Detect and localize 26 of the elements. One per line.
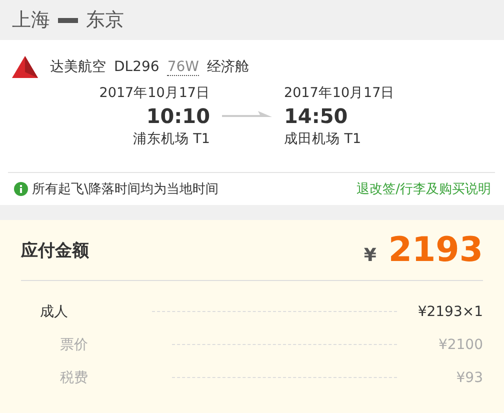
currency-symbol: ¥ [364,245,376,266]
departure-airport: 浦东机场 T1 [132,130,210,149]
arrival-date: 2017年10月17日 [284,84,395,103]
arrival-airport: 成田机场 T1 [284,130,362,149]
aircraft-type[interactable]: 76W [167,58,199,76]
arrival-time: 14:50 [284,104,348,128]
price-item-label: 税费 [60,368,89,386]
origin-city: 上海 [12,8,50,33]
info-icon [14,182,28,196]
policy-link[interactable]: 退改签/行李及购买说明 [356,180,495,198]
price-item-value: ¥93 [455,370,483,386]
local-time-note: 所有起飞\降落时间均为当地时间 [32,181,218,198]
flight-number: DL296 [114,59,160,75]
departure-date: 2017年10月17日 [99,84,210,103]
cabin-class: 经济舱 [206,58,249,76]
price-item-value: ¥2100 [437,336,483,352]
amount-due-label: 应付金额 [21,240,89,262]
route-dash-icon [58,18,78,22]
departure-time: 10:10 [146,104,210,128]
airline-name: 达美航空 [50,58,106,76]
price-item-label: 成人 [40,302,69,320]
total-amount: 2193 [388,230,483,270]
price-item-value: ¥2193×1 [416,304,483,320]
price-item-label: 票价 [60,336,89,354]
triangle-logo-icon [12,56,38,78]
destination-city: 东京 [86,8,124,33]
